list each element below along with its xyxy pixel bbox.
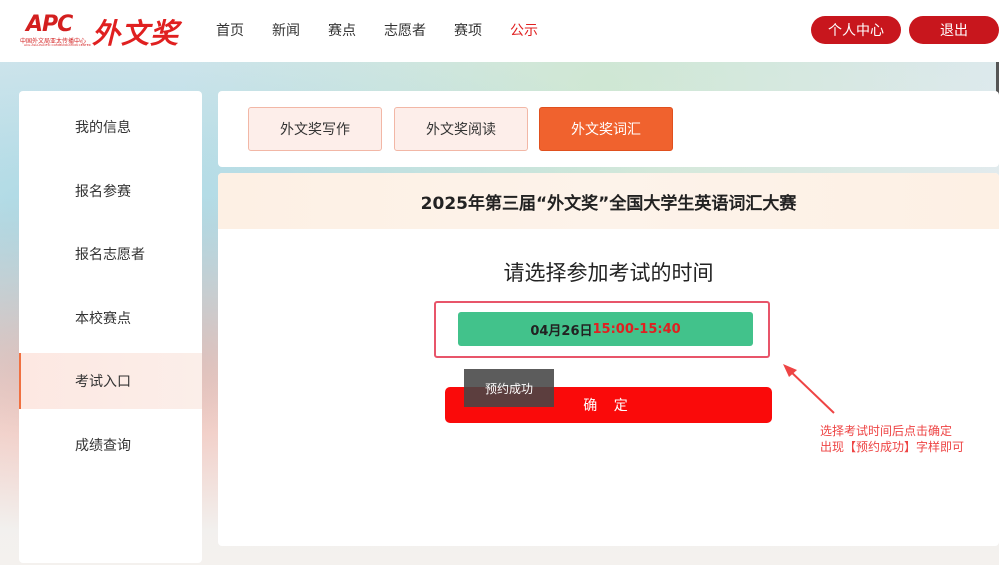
sidebar-item-label: 成绩查询: [75, 438, 131, 454]
tab-writing[interactable]: 外文奖写作: [248, 107, 382, 151]
sidebar-item-exam-entry[interactable]: 考试入口: [19, 353, 202, 409]
apc-logo-text: APC: [26, 12, 73, 37]
nav-volunteers[interactable]: 志愿者: [384, 20, 426, 40]
nav-news[interactable]: 新闻: [272, 20, 300, 40]
exam-panel: 2025年第三届“外文奖”全国大学生英语词汇大赛 请选择参加考试的时间 04月2…: [218, 173, 999, 546]
nav-home[interactable]: 首页: [216, 20, 244, 40]
annotation-arrow-icon: [783, 364, 835, 414]
sidebar-item-score-query[interactable]: 成绩查询: [19, 417, 202, 473]
success-toast: 预约成功: [464, 369, 554, 407]
annotation-line-2: 出现【预约成功】字样即可: [820, 440, 965, 454]
exam-date: 04月26日: [530, 323, 593, 339]
choose-time-heading: 请选择参加考试的时间: [503, 261, 714, 285]
exam-time-option[interactable]: 04月26日 15:00-15:40: [458, 312, 753, 346]
annotation-text: 选择考试时间后点击确定 出现【预约成功】字样即可: [820, 423, 964, 455]
annotation-line-1: 选择考试时间后点击确定: [820, 424, 953, 438]
apc-logo[interactable]: APC 中国外文局亚太传播中心 ACG ASIA-PACIFIC COMMUNI…: [20, 12, 91, 47]
sidebar-item-register-volunteer[interactable]: 报名志愿者: [19, 226, 202, 282]
sidebar-item-label: 本校赛点: [75, 311, 131, 327]
brand-logo[interactable]: 外文奖: [92, 12, 179, 52]
nav-events[interactable]: 赛项: [454, 20, 482, 40]
nav-announcements[interactable]: 公示: [510, 20, 538, 40]
sidebar-item-label: 报名志愿者: [75, 247, 145, 263]
contest-title: 2025年第三届“外文奖”全国大学生英语词汇大赛: [218, 173, 999, 229]
tab-reading[interactable]: 外文奖阅读: [394, 107, 528, 151]
logout-button[interactable]: 退出: [909, 16, 999, 44]
sidebar-item-label: 我的信息: [75, 120, 131, 136]
sidebar-item-label: 报名参赛: [75, 184, 131, 200]
nav-venues[interactable]: 赛点: [328, 20, 356, 40]
sidebar-item-school-venue[interactable]: 本校赛点: [19, 290, 202, 346]
apc-logo-subtitle-en: ACG ASIA-PACIFIC COMMUNICATION CENTER: [24, 43, 91, 47]
sidebar-item-register-contest[interactable]: 报名参赛: [19, 163, 202, 219]
main-nav: 首页 新闻 赛点 志愿者 赛项 公示: [216, 20, 566, 40]
user-center-button[interactable]: 个人中心: [811, 16, 901, 44]
exam-time-range: 15:00-15:40: [592, 321, 681, 337]
sidebar-item-label: 考试入口: [75, 374, 131, 390]
tab-vocabulary[interactable]: 外文奖词汇: [539, 107, 673, 151]
contest-tabs: 外文奖写作 外文奖阅读 外文奖词汇: [218, 91, 999, 167]
sidebar: 我的信息 报名参赛 报名志愿者 本校赛点 考试入口 成绩查询: [19, 91, 202, 563]
sidebar-item-my-info[interactable]: 我的信息: [19, 99, 202, 155]
top-header: APC 中国外文局亚太传播中心 ACG ASIA-PACIFIC COMMUNI…: [0, 0, 999, 62]
